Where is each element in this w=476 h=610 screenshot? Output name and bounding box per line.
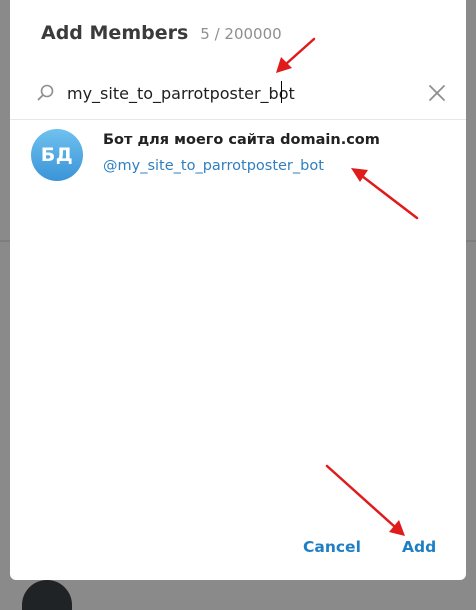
search-bar bbox=[10, 72, 466, 116]
search-input[interactable] bbox=[67, 79, 417, 107]
close-icon[interactable] bbox=[426, 82, 448, 104]
backdrop-strip-right bbox=[466, 240, 476, 242]
cancel-button[interactable]: Cancel bbox=[303, 538, 361, 556]
member-count: 5 / 200000 bbox=[200, 25, 282, 43]
avatar: БД bbox=[31, 129, 83, 181]
add-members-dialog: Add Members 5 / 200000 БД Бот для моего … bbox=[10, 0, 466, 580]
search-icon bbox=[35, 82, 57, 104]
backdrop-avatar bbox=[22, 580, 72, 610]
dialog-header: Add Members 5 / 200000 bbox=[41, 22, 282, 50]
text-caret bbox=[281, 81, 282, 103]
search-divider bbox=[10, 119, 466, 120]
backdrop-strip-left bbox=[0, 240, 10, 242]
add-button[interactable]: Add bbox=[402, 538, 436, 556]
member-name: Бот для моего сайта domain.com bbox=[103, 132, 380, 148]
member-username: @my_site_to_parrotposter_bot bbox=[103, 158, 324, 174]
list-item[interactable]: БД Бот для моего сайта domain.com @my_si… bbox=[10, 122, 466, 188]
dialog-title: Add Members bbox=[41, 22, 189, 44]
